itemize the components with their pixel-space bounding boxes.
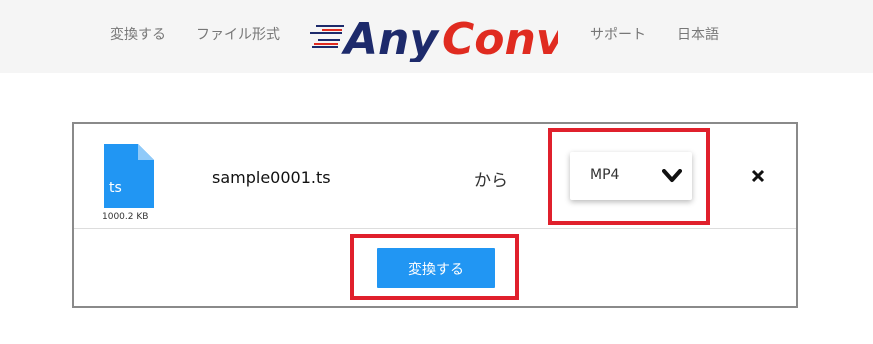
file-ext-badge: ts bbox=[109, 180, 122, 196]
card-divider bbox=[74, 228, 796, 229]
site-header: 変換する ファイル形式 Any Conv サポート 日本語 bbox=[0, 0, 873, 73]
nav-language-link[interactable]: 日本語 bbox=[677, 26, 719, 44]
logo-text-any: Any bbox=[341, 14, 440, 62]
anyconv-logo[interactable]: Any Conv bbox=[308, 10, 558, 62]
format-highlight-box bbox=[548, 128, 710, 225]
nav-support-link[interactable]: サポート bbox=[590, 26, 646, 44]
file-icon: ts bbox=[104, 144, 154, 208]
file-name: sample0001.ts bbox=[212, 168, 331, 187]
nav-formats-link[interactable]: ファイル形式 bbox=[196, 26, 280, 44]
close-icon[interactable] bbox=[748, 166, 768, 186]
from-label: から bbox=[474, 171, 508, 191]
nav-convert-link[interactable]: 変換する bbox=[110, 26, 166, 44]
file-size: 1000.2 KB bbox=[102, 212, 149, 222]
logo-text-conv: Conv bbox=[442, 14, 558, 62]
convert-highlight-box bbox=[350, 234, 519, 300]
